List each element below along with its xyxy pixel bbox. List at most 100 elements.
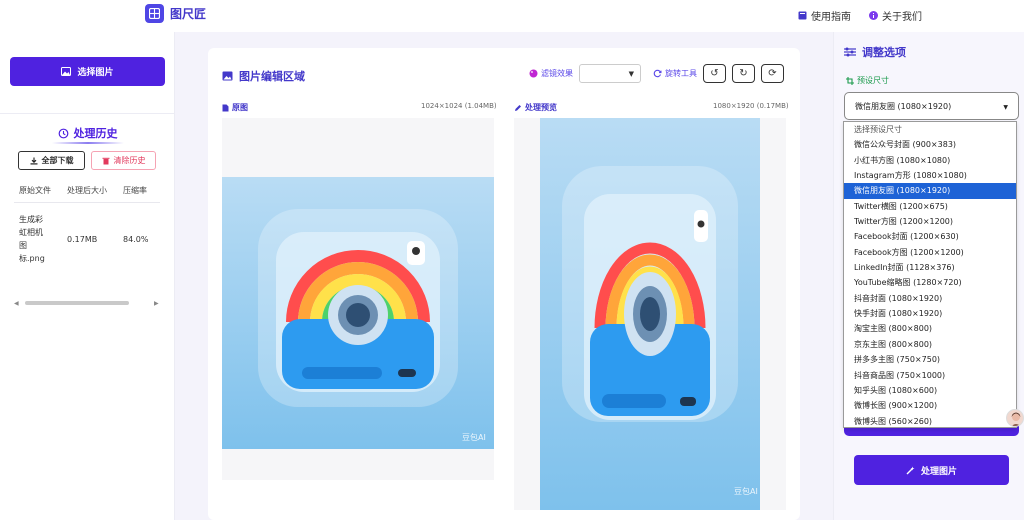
preview-image-container: 豆包AI bbox=[514, 118, 786, 510]
dropdown-option[interactable]: 快手封面 (1080×1920) bbox=[844, 306, 1016, 321]
watermark: 豆包AI bbox=[462, 433, 486, 442]
sync-icon bbox=[653, 69, 662, 78]
preview-image: 豆包AI bbox=[540, 118, 760, 510]
dropdown-option[interactable]: 淘宝主图 (800×800) bbox=[844, 321, 1016, 336]
history-icon bbox=[58, 128, 68, 138]
dropdown-option[interactable]: 微博头图 (560×260) bbox=[844, 414, 1016, 429]
chevron-down-icon: ▼ bbox=[628, 69, 634, 78]
cell-filename: 生成彩 虹相机 图 标.png bbox=[19, 215, 45, 263]
dropdown-option[interactable]: LinkedIn封面 (1128×376) bbox=[844, 260, 1016, 275]
sliders-icon bbox=[844, 47, 856, 57]
guide-link[interactable]: 使用指南 bbox=[798, 8, 851, 23]
dropdown-option[interactable]: 微信公众号封面 (900×383) bbox=[844, 137, 1016, 152]
guide-link-label: 使用指南 bbox=[811, 12, 851, 23]
dropdown-option[interactable]: 微博长图 (900×1200) bbox=[844, 398, 1016, 413]
table-row[interactable]: 生成彩 虹相机 图 标.png 0.17MB 84.0% bbox=[14, 213, 160, 265]
original-image-container: 豆包AI bbox=[222, 118, 494, 480]
top-bar: 图尺匠 使用指南 关于我们 bbox=[0, 0, 1024, 32]
crop-icon bbox=[846, 76, 854, 85]
table-header: 原始文件 处理后大小 压缩率 bbox=[14, 185, 160, 203]
horizontal-scrollbar[interactable]: ◀ ▶ bbox=[14, 299, 160, 307]
edit-area-title-text: 图片编辑区域 bbox=[239, 70, 305, 83]
palette-icon bbox=[529, 69, 538, 78]
adjust-title: 调整选项 bbox=[844, 44, 906, 60]
cell-ratio: 84.0% bbox=[123, 234, 149, 244]
scroll-thumb[interactable] bbox=[25, 301, 129, 305]
rotate-label-text: 旋转工具 bbox=[665, 69, 697, 78]
dropdown-placeholder[interactable]: 选择预设尺寸 bbox=[844, 122, 1016, 137]
rotate-left-button[interactable]: ↺ bbox=[703, 64, 726, 83]
download-icon bbox=[30, 157, 37, 164]
magic-wand-icon bbox=[906, 466, 915, 474]
original-label-text: 原图 bbox=[232, 103, 248, 112]
column-header: 处理后大小 bbox=[67, 186, 107, 195]
download-all-label: 全部下载 bbox=[41, 156, 74, 165]
preset-label: 预设尺寸 bbox=[846, 75, 889, 86]
watermark: 豆包AI bbox=[734, 487, 758, 496]
cell-size: 0.17MB bbox=[67, 234, 98, 244]
dropdown-option[interactable]: 抖音商品图 (750×1000) bbox=[844, 368, 1016, 383]
edit-toolbar: 滤镜效果 ▼ 旋转工具 ↺ ↻ ⟳ bbox=[529, 64, 784, 83]
divider bbox=[0, 113, 175, 114]
clear-history-button[interactable]: 清除历史 bbox=[91, 151, 156, 170]
process-image-button[interactable]: 处理图片 bbox=[854, 455, 1009, 485]
dropdown-option[interactable]: 微信朋友圈 (1080×1920) bbox=[844, 183, 1016, 199]
preview-label: 处理预览 bbox=[514, 102, 557, 113]
app-logo[interactable]: 图尺匠 bbox=[145, 4, 206, 23]
edit-area: 图片编辑区域 滤镜效果 ▼ 旋转工具 ↺ ↻ ⟳ 原图 1024×1024 (1… bbox=[208, 48, 800, 520]
dropdown-option[interactable]: Facebook方图 (1200×1200) bbox=[844, 245, 1016, 260]
dropdown-option[interactable]: 小红书方图 (1080×1080) bbox=[844, 153, 1016, 168]
edit-area-title: 图片编辑区域 bbox=[222, 68, 305, 84]
left-sidebar: 选择图片 处理历史 全部下载 清除历史 原始文件 处理后大小 压缩率 生成彩 虹… bbox=[0, 32, 175, 520]
preset-selected-value: 微信朋友圈 (1080×1920) bbox=[855, 101, 952, 111]
preset-size-select[interactable]: 微信朋友圈 (1080×1920) ▼ bbox=[844, 92, 1019, 120]
original-label: 原图 bbox=[222, 102, 248, 113]
edit-icon bbox=[515, 104, 521, 111]
book-icon bbox=[798, 11, 807, 20]
rotate-right-button[interactable]: ↻ bbox=[732, 64, 755, 83]
original-dimensions: 1024×1024 (1.04MB) bbox=[421, 102, 497, 110]
rotate-left-icon: ↺ bbox=[710, 68, 719, 79]
preset-size-dropdown[interactable]: 选择预设尺寸 微信公众号封面 (900×383) 小红书方图 (1080×1080)… bbox=[843, 121, 1017, 428]
select-image-button[interactable]: 选择图片 bbox=[10, 57, 165, 86]
info-icon bbox=[869, 11, 878, 20]
top-nav: 使用指南 关于我们 bbox=[798, 8, 922, 23]
dropdown-option[interactable]: 拼多多主图 (750×750) bbox=[844, 352, 1016, 367]
dropdown-option[interactable]: YouTube缩略图 (1280×720) bbox=[844, 275, 1016, 290]
dropdown-option[interactable]: Twitter方图 (1200×1200) bbox=[844, 214, 1016, 229]
camera-illustration bbox=[562, 166, 738, 422]
history-title-text: 处理历史 bbox=[73, 127, 118, 140]
preview-label-text: 处理预览 bbox=[525, 103, 557, 112]
preview-dimensions: 1080×1920 (0.17MB) bbox=[713, 102, 789, 110]
column-header: 压缩率 bbox=[123, 186, 147, 195]
dropdown-option[interactable]: Facebook封面 (1200×630) bbox=[844, 229, 1016, 244]
refresh-icon: ⟳ bbox=[768, 68, 777, 79]
dropdown-option[interactable]: Twitter横图 (1200×675) bbox=[844, 199, 1016, 214]
history-title: 处理历史 bbox=[0, 125, 175, 141]
original-image: 豆包AI bbox=[222, 177, 494, 449]
about-link-label: 关于我们 bbox=[882, 12, 922, 23]
adjust-title-text: 调整选项 bbox=[862, 46, 906, 59]
dropdown-option[interactable]: 抖音封面 (1080×1920) bbox=[844, 291, 1016, 306]
column-header: 原始文件 bbox=[19, 186, 51, 195]
filter-select[interactable]: ▼ bbox=[579, 64, 641, 83]
about-link[interactable]: 关于我们 bbox=[869, 8, 922, 23]
download-all-button[interactable]: 全部下载 bbox=[18, 151, 85, 170]
dropdown-option[interactable]: 知乎头图 (1080×600) bbox=[844, 383, 1016, 398]
trash-icon bbox=[102, 157, 109, 164]
scroll-right-icon[interactable]: ▶ bbox=[154, 300, 159, 307]
title-underline bbox=[52, 142, 124, 144]
reset-button[interactable]: ⟳ bbox=[761, 64, 784, 83]
filter-label: 滤镜效果 bbox=[529, 68, 573, 79]
select-image-label: 选择图片 bbox=[77, 68, 114, 78]
dropdown-option[interactable]: 京东主图 (800×800) bbox=[844, 337, 1016, 352]
rotate-right-icon: ↻ bbox=[739, 68, 748, 79]
assistant-avatar[interactable] bbox=[1006, 409, 1024, 427]
process-image-label: 处理图片 bbox=[920, 466, 957, 477]
file-icon bbox=[222, 104, 229, 111]
image-icon bbox=[222, 71, 233, 81]
preset-label-text: 预设尺寸 bbox=[857, 76, 889, 85]
dropdown-option[interactable]: Instagram方形 (1080×1080) bbox=[844, 168, 1016, 183]
camera-illustration bbox=[258, 209, 458, 407]
scroll-left-icon[interactable]: ◀ bbox=[14, 300, 19, 307]
